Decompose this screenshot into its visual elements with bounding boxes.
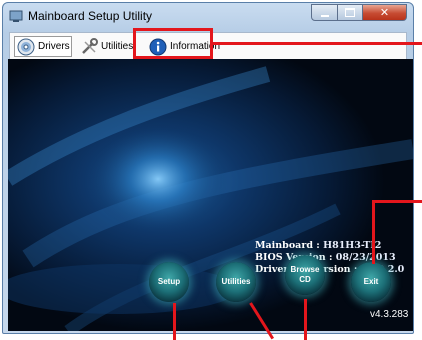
tab-drivers-label: Drivers bbox=[38, 41, 70, 52]
browse-cd-callout-line bbox=[304, 299, 307, 340]
setup-button[interactable]: Setup bbox=[149, 262, 189, 302]
browse-cd-line2: CD bbox=[299, 275, 311, 284]
tab-utilities[interactable]: Utilities bbox=[80, 36, 133, 57]
exit-button-label: Exit bbox=[363, 277, 379, 286]
browse-cd-button-label: Browse CD bbox=[291, 265, 320, 285]
disc-icon bbox=[17, 38, 35, 55]
title-bar[interactable]: Mainboard Setup Utility ✕ bbox=[3, 3, 413, 29]
utilities-button[interactable]: Utilities bbox=[216, 262, 256, 302]
tab-drivers[interactable]: Drivers bbox=[14, 36, 72, 57]
mainboard-row: Mainboard : H81H3-TI2 bbox=[255, 240, 404, 252]
window-title: Mainboard Setup Utility bbox=[28, 9, 153, 23]
bios-value: 08/23/2013 bbox=[335, 252, 396, 263]
exit-button[interactable]: Exit bbox=[351, 262, 391, 302]
minimize-icon bbox=[320, 14, 329, 17]
app-icon bbox=[9, 10, 23, 22]
main-panel: Mainboard : H81H3-TI2 BIOS Version : 08/… bbox=[8, 59, 413, 331]
tab-utilities-label: Utilities bbox=[101, 41, 134, 52]
setup-button-label: Setup bbox=[157, 277, 181, 286]
bios-row: BIOS Version : 08/23/2013 bbox=[255, 252, 404, 264]
mainboard-label: Mainboard : bbox=[255, 240, 320, 251]
browse-cd-line1: Browse bbox=[290, 265, 320, 274]
setup-callout-line bbox=[173, 303, 176, 340]
exit-callout-line-h bbox=[372, 200, 422, 203]
maximize-button[interactable] bbox=[338, 4, 363, 21]
utilities-button-label: Utilities bbox=[221, 277, 251, 286]
exit-callout-line-v bbox=[372, 200, 375, 264]
wrench-icon bbox=[82, 37, 98, 54]
information-callout-line bbox=[212, 42, 422, 45]
information-highlight bbox=[133, 28, 213, 59]
maximize-icon bbox=[345, 8, 355, 17]
close-button[interactable]: ✕ bbox=[363, 4, 407, 21]
close-icon: ✕ bbox=[379, 6, 390, 19]
version-label: v4.3.283 bbox=[370, 309, 409, 320]
browse-cd-button[interactable]: Browse CD bbox=[285, 255, 325, 295]
minimize-button[interactable] bbox=[311, 4, 338, 21]
